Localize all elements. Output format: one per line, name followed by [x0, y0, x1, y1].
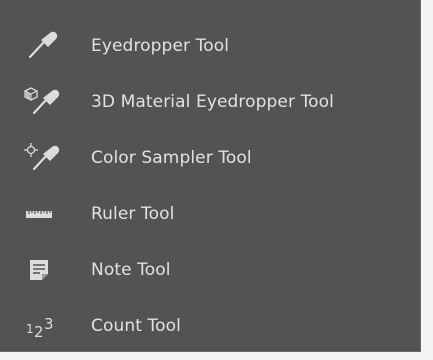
menu-item-color-sampler-tool[interactable]: Color Sampler Tool: [0, 130, 421, 186]
count-icon-glyph-1: 1: [26, 322, 34, 336]
tool-list: Eyedropper Tool 3D Material Eyedropper T…: [0, 18, 421, 354]
note-icon: [22, 255, 66, 285]
count-icon-glyph-3: 3: [44, 315, 54, 333]
count-icon-glyph-2: 2: [34, 323, 44, 341]
menu-item-label: Note Tool: [91, 260, 171, 280]
menu-item-ruler-tool[interactable]: Ruler Tool: [0, 186, 421, 242]
menu-item-label: Color Sampler Tool: [91, 148, 252, 168]
menu-item-note-tool[interactable]: Note Tool: [0, 242, 421, 298]
menu-item-eyedropper-tool[interactable]: Eyedropper Tool: [0, 18, 421, 74]
count-icon: 1 2 3: [22, 311, 66, 341]
menu-item-label: Eyedropper Tool: [91, 36, 230, 56]
ruler-icon: [22, 199, 66, 229]
3d-material-eyedropper-icon: [22, 87, 66, 117]
tool-flyout-menu: Eyedropper Tool 3D Material Eyedropper T…: [0, 0, 421, 352]
menu-item-label: Count Tool: [91, 316, 181, 336]
menu-item-count-tool[interactable]: 1 2 3 Count Tool: [0, 298, 421, 354]
menu-item-label: 3D Material Eyedropper Tool: [91, 92, 334, 112]
menu-item-3d-material-eyedropper-tool[interactable]: 3D Material Eyedropper Tool: [0, 74, 421, 130]
menu-item-label: Ruler Tool: [91, 204, 175, 224]
eyedropper-icon: [22, 31, 66, 61]
color-sampler-icon: [22, 143, 66, 173]
